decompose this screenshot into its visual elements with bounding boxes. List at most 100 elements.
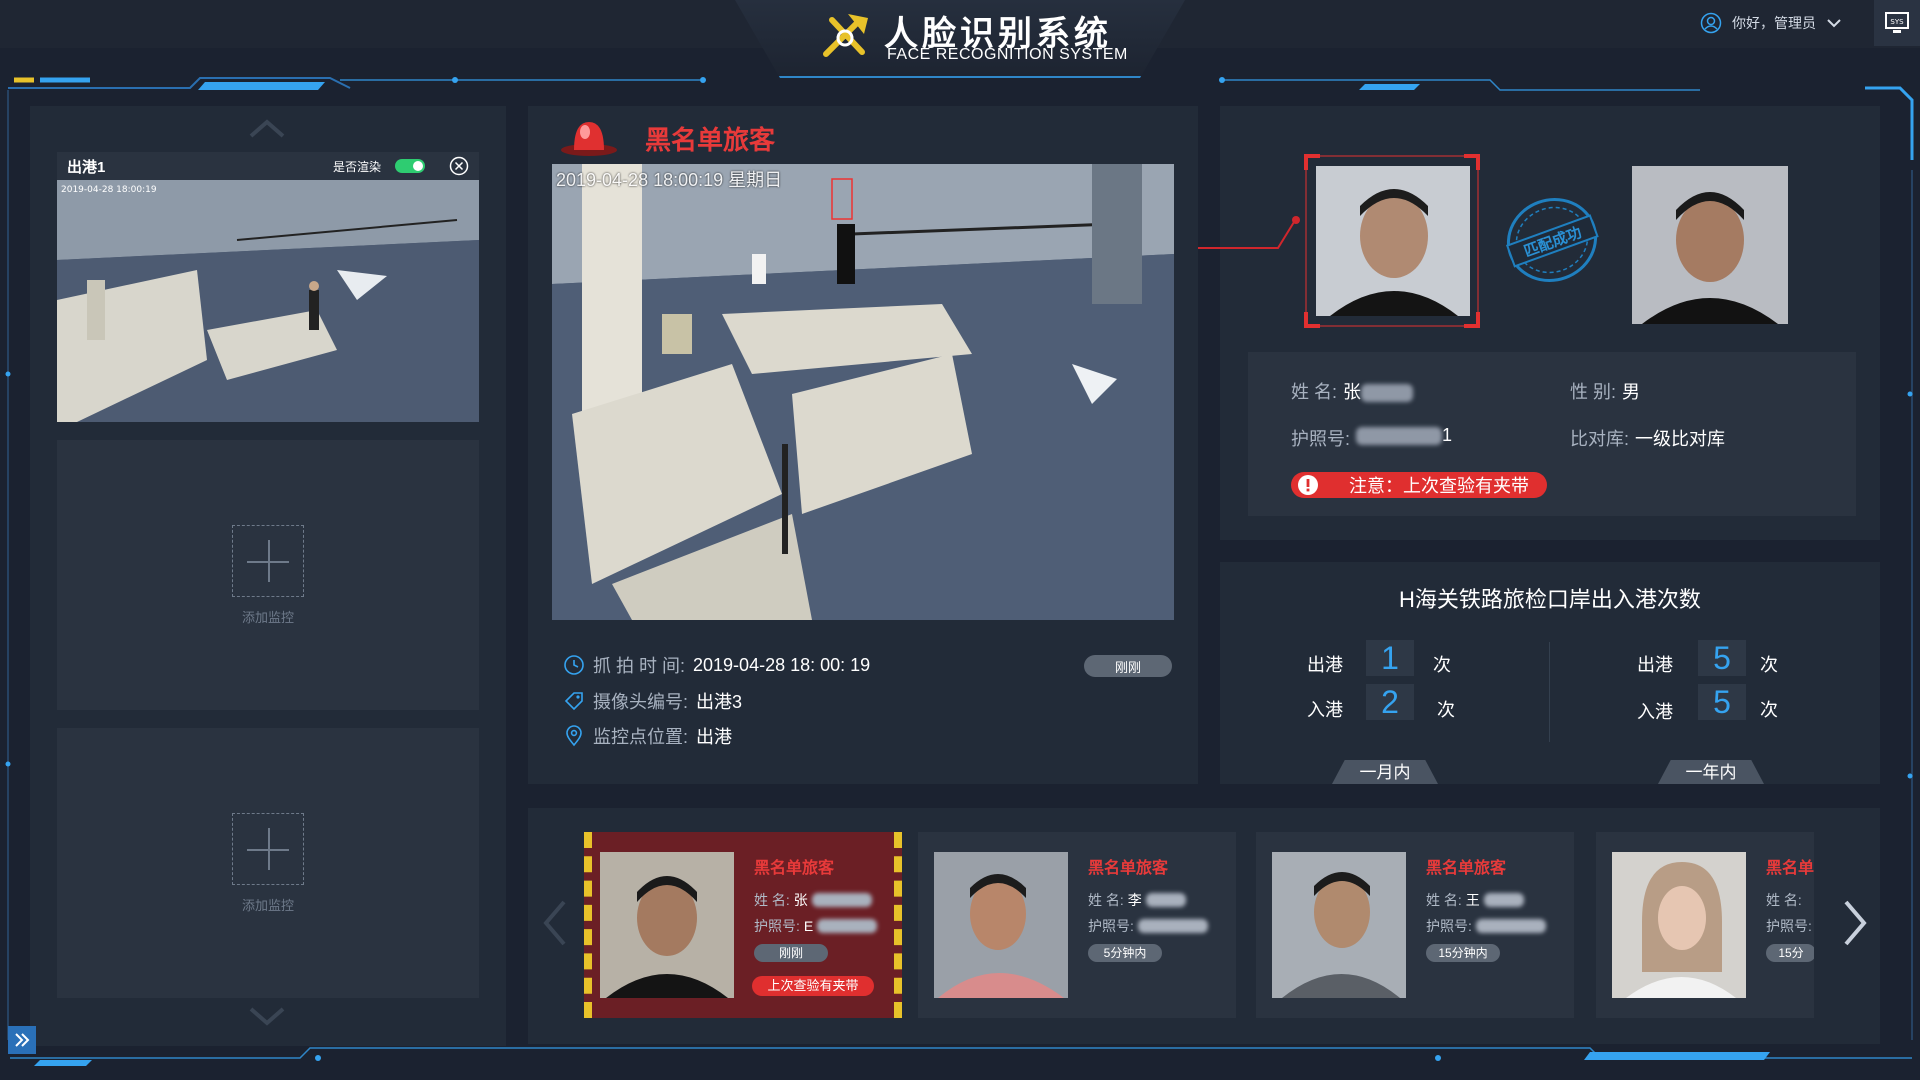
month-depart-count: 1	[1366, 640, 1414, 676]
time-badge: 刚刚	[1084, 655, 1172, 677]
add-monitor-label: 添加监控	[241, 609, 294, 625]
stats-divider	[1549, 642, 1550, 742]
camera-feed-image: 2019-04-28 18:00:19	[57, 180, 479, 422]
month-enter-unit: 次	[1437, 700, 1455, 720]
year-enter-label: 入港	[1637, 702, 1673, 722]
year-depart-unit: 次	[1760, 655, 1778, 675]
db-field: 比对库: 一级比对库	[1570, 425, 1725, 451]
location-pin-icon	[566, 725, 582, 747]
location-label: 监控点位置:	[593, 727, 689, 747]
record-passport: 护照号: E	[754, 916, 878, 936]
system-button[interactable]: SYS	[1874, 0, 1920, 46]
name-label: 姓 名:	[1291, 382, 1338, 402]
plus-icon	[232, 812, 304, 885]
name-value: 张	[1343, 378, 1414, 404]
add-monitor-slot[interactable]: 添加监控	[57, 728, 479, 998]
record-time-badge: 刚刚	[754, 944, 828, 962]
passport-value: 1	[1356, 425, 1452, 451]
warning-text: 注意：上次查验有夹带	[1349, 476, 1529, 496]
camera-name: 出港1	[67, 158, 106, 176]
record-photo	[934, 852, 1068, 998]
alarm-light-icon	[561, 122, 617, 156]
record-photo	[600, 852, 734, 998]
logo-icon	[823, 14, 868, 57]
location-row: 监控点位置: 出港	[563, 723, 732, 749]
camera-no-label: 摄像头编号:	[593, 692, 689, 712]
capture-time-label: 抓 拍 时 间:	[593, 656, 686, 676]
stats-title: H海关铁路旅检口岸出入港次数	[1399, 587, 1701, 612]
record-card[interactable]: 黑名单 姓 名: 护照号: 15分	[1596, 832, 1814, 1018]
location-value: 出港	[696, 727, 733, 747]
record-name: 姓 名: 张	[754, 890, 872, 910]
month-depart-label: 出港	[1307, 655, 1343, 675]
svg-text:2019-04-28 18:00:19: 2019-04-28 18:00:19	[61, 185, 157, 195]
close-icon[interactable]	[449, 156, 469, 176]
record-passport: 护照号:	[1088, 916, 1208, 936]
chevron-up-icon[interactable]	[247, 116, 287, 140]
plus-icon	[232, 524, 304, 597]
render-toggle[interactable]	[395, 159, 425, 173]
arrow-left-icon[interactable]	[540, 898, 570, 948]
gender-value: 男	[1622, 382, 1641, 402]
month-enter-label: 入港	[1307, 700, 1343, 720]
camera-card-header: 出港1 是否渲染	[57, 152, 479, 180]
gender-label: 性 别:	[1570, 382, 1617, 402]
record-title: 黑名单旅客	[754, 860, 835, 877]
name-field: 姓 名: 张	[1291, 378, 1414, 404]
sys-icon: SYS	[1885, 12, 1909, 33]
warning-pill: 注意：上次查验有夹带	[1291, 472, 1547, 498]
capture-time-row: 抓 拍 时 间: 2019-04-28 18: 00: 19	[563, 652, 870, 678]
expand-button[interactable]	[8, 1026, 36, 1054]
record-photo	[1612, 852, 1746, 998]
render-toggle-label: 是否渲染	[332, 159, 381, 174]
warning-icon	[1298, 475, 1318, 495]
record-time-badge: 15分	[1766, 944, 1814, 962]
record-time-badge: 15分钟内	[1426, 944, 1500, 962]
capture-image	[552, 164, 1174, 620]
camera-no-row: 摄像头编号: 出港3	[563, 688, 742, 714]
arrow-right-icon[interactable]	[1840, 898, 1870, 948]
record-card-active[interactable]: 黑名单旅客 姓 名: 张 护照号: E 刚刚 上次查验有夹带	[584, 832, 902, 1018]
month-enter-count: 2	[1366, 684, 1414, 720]
year-enter-count: 5	[1698, 684, 1746, 720]
record-card[interactable]: 黑名单旅客 姓 名: 李 护照号: 5分钟内	[918, 832, 1236, 1018]
match-stamp-icon: 匹配成功	[1505, 198, 1599, 282]
gender-field: 性 别: 男	[1570, 378, 1640, 404]
app-subtitle: FACE RECOGNITION SYSTEM	[887, 46, 1128, 63]
passport-label: 护照号:	[1291, 429, 1351, 449]
record-warning: 上次查验有夹带	[752, 976, 874, 996]
chevron-down-icon[interactable]	[247, 1005, 287, 1029]
tab-month[interactable]: 一月内	[1332, 760, 1438, 784]
passport-field: 护照号: 1	[1291, 425, 1452, 451]
camera-no-value: 出港3	[696, 692, 743, 712]
camera-card[interactable]: 出港1 是否渲染 2019-04-28 18:00:19	[57, 152, 479, 422]
add-monitor-label: 添加监控	[241, 897, 294, 913]
link-line	[1198, 216, 1300, 249]
record-card[interactable]: 黑名单旅客 姓 名: 王 护照号: 15分钟内	[1256, 832, 1574, 1018]
user-menu[interactable]: 你好，管理员	[1700, 10, 1842, 36]
month-depart-unit: 次	[1433, 655, 1451, 675]
tag-icon	[564, 692, 583, 711]
capture-time-value: 2019-04-28 18: 00: 19	[693, 654, 871, 675]
user-icon	[1700, 12, 1722, 34]
record-passport: 护照号:	[1426, 916, 1546, 936]
record-title: 黑名单	[1766, 860, 1814, 877]
chevron-down-icon[interactable]	[1826, 15, 1842, 31]
user-greeting: 你好，管理员	[1732, 15, 1816, 31]
record-title: 黑名单旅客	[1088, 860, 1169, 877]
add-monitor-slot[interactable]: 添加监控	[57, 440, 479, 710]
record-title: 黑名单旅客	[1426, 860, 1507, 877]
record-name: 姓 名: 李	[1088, 890, 1186, 910]
db-value: 一级比对库	[1635, 429, 1726, 449]
svg-text:SYS: SYS	[1890, 18, 1904, 26]
year-enter-unit: 次	[1760, 700, 1778, 720]
record-time-badge: 5分钟内	[1088, 944, 1162, 962]
record-passport: 护照号:	[1766, 918, 1812, 934]
year-depart-count: 5	[1698, 640, 1746, 676]
database-face-photo	[1632, 166, 1788, 324]
tab-year[interactable]: 一年内	[1658, 760, 1764, 784]
clock-icon	[564, 655, 584, 675]
record-name: 姓 名:	[1766, 892, 1802, 908]
capture-frame	[1304, 154, 1480, 328]
record-name: 姓 名: 王	[1426, 890, 1524, 910]
